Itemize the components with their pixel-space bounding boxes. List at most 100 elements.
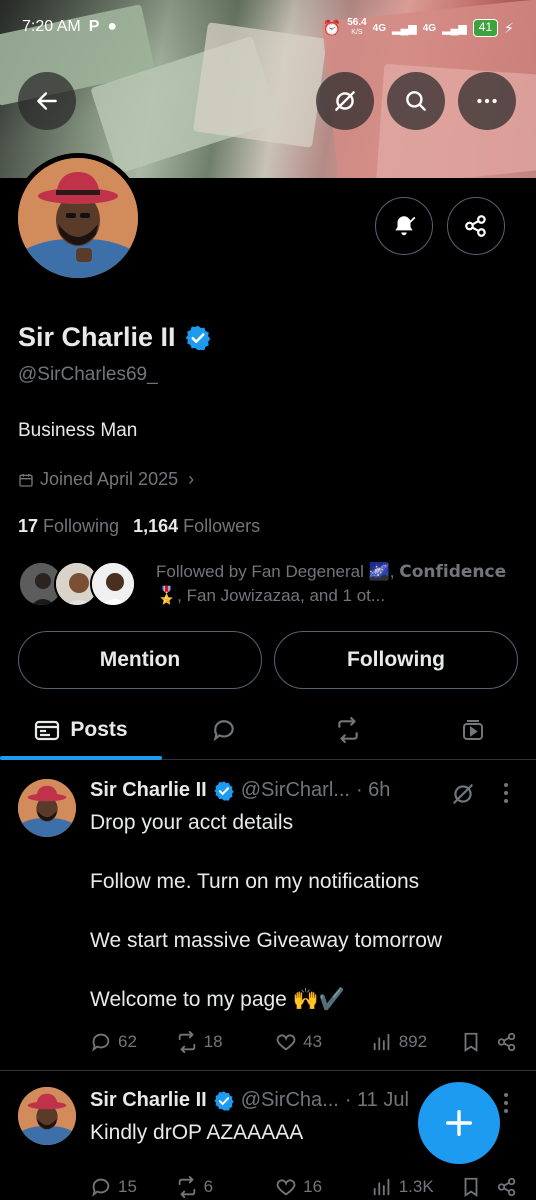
compose-post-button[interactable] xyxy=(418,1082,500,1164)
followers-count: 1,164 xyxy=(133,516,179,536)
signal-icon: ▂▄▆ xyxy=(392,22,417,35)
plus-icon xyxy=(445,1109,473,1137)
profile-avatar[interactable] xyxy=(13,153,143,283)
share-button[interactable] xyxy=(496,1031,520,1053)
post-author-name[interactable]: Sir Charlie II xyxy=(90,1089,207,1112)
chevron-right-icon: › xyxy=(188,469,195,489)
like-count: 43 xyxy=(303,1032,323,1051)
reply-bubble-icon xyxy=(213,720,234,742)
post-text: Drop your acct details Follow me. Turn o… xyxy=(90,808,442,1015)
net-type-1: 4G xyxy=(372,22,387,34)
tab-media[interactable] xyxy=(410,700,536,760)
repost-icon xyxy=(178,1031,195,1053)
posts-icon xyxy=(35,720,60,741)
reply-count: 62 xyxy=(118,1032,137,1051)
repost-button[interactable]: 18 xyxy=(176,1031,276,1053)
bell-check-icon xyxy=(395,216,416,236)
mention-button[interactable]: Mention xyxy=(18,631,262,689)
views-count: 892 xyxy=(398,1032,428,1051)
following-label: Following xyxy=(43,516,120,536)
bookmark-button[interactable] xyxy=(460,1031,496,1053)
back-button[interactable] xyxy=(18,72,76,130)
post-line: Follow me. Turn on my notifications xyxy=(90,870,420,893)
reply-button[interactable]: 62 xyxy=(90,1031,176,1053)
alarm-icon: ⏰ xyxy=(322,20,342,37)
tab-reposts[interactable] xyxy=(286,700,410,760)
repost-icon xyxy=(178,1176,195,1198)
repost-icon xyxy=(338,717,358,743)
bookmark-button[interactable] xyxy=(460,1176,496,1198)
post-author-avatar[interactable] xyxy=(18,779,76,837)
like-button[interactable]: 16 xyxy=(275,1176,371,1198)
status-time: 7:20 AM xyxy=(22,18,81,35)
joined-text: Joined April 2025 xyxy=(40,469,179,489)
net-type-2: 4G xyxy=(422,22,437,34)
views-button[interactable]: 892 xyxy=(371,1031,461,1053)
app-indicator-icon: P xyxy=(88,18,100,35)
share-icon xyxy=(497,1032,516,1052)
reply-icon xyxy=(92,1178,110,1197)
repost-button[interactable]: 6 xyxy=(176,1176,276,1198)
reply-button[interactable]: 15 xyxy=(90,1176,176,1198)
grok-icon[interactable] xyxy=(450,781,476,807)
profile-bio: Business Man xyxy=(18,420,138,441)
charging-icon: ⚡ xyxy=(504,19,514,36)
profile-tabs: Posts xyxy=(0,700,536,760)
post-item[interactable]: Sir Charlie II @SirCharl... · 6h Drop yo… xyxy=(0,761,536,1071)
reply-icon xyxy=(92,1033,110,1052)
notification-icon: ● xyxy=(107,18,118,35)
like-count: 16 xyxy=(303,1177,323,1196)
signal-icon-2: ▂▄▆ xyxy=(442,22,467,35)
avatar-image xyxy=(18,158,138,278)
verified-badge-icon xyxy=(214,1090,234,1111)
post-line: Welcome to my page 🙌✔️ xyxy=(90,988,345,1011)
net-unit: K/S xyxy=(351,29,363,36)
views-count: 1.3K xyxy=(398,1177,434,1196)
views-button[interactable]: 1.3K xyxy=(371,1176,461,1198)
post-author-name[interactable]: Sir Charlie II xyxy=(90,779,207,802)
tab-replies[interactable] xyxy=(162,700,286,760)
active-tab-indicator xyxy=(0,756,162,760)
following-button[interactable]: Following xyxy=(274,631,518,689)
share-icon xyxy=(497,1177,516,1197)
repost-count: 6 xyxy=(203,1177,214,1196)
tab-posts[interactable]: Posts xyxy=(0,700,162,760)
post-time: · 6h xyxy=(355,779,391,801)
share-profile-button[interactable] xyxy=(447,197,505,255)
search-icon xyxy=(406,91,426,111)
followers-count-link[interactable]: 1,164 Followers xyxy=(133,516,260,537)
status-bar: 7:20 AM P ● ⏰ 56.4 K/S 4G ▂▄▆ 4G ▂▄▆ 41 … xyxy=(0,0,536,56)
post-line: We start massive Giveaway tomorrow xyxy=(90,929,443,952)
grok-button[interactable] xyxy=(316,72,374,130)
share-button[interactable] xyxy=(496,1176,520,1198)
post-author-handle: @SirCha... xyxy=(240,1089,339,1111)
back-arrow-icon xyxy=(37,92,57,110)
profile-name: Sir Charlie II xyxy=(18,322,176,352)
post-line: Kindly drOP AZAAAAA xyxy=(90,1121,304,1144)
bookmark-icon xyxy=(464,1032,478,1052)
more-options-button[interactable] xyxy=(458,72,516,130)
verified-badge-icon[interactable] xyxy=(184,324,212,352)
post-time: · 11 Jul xyxy=(344,1089,409,1111)
joined-date[interactable]: Joined April 2025 › xyxy=(18,469,194,490)
repost-count: 18 xyxy=(203,1032,223,1051)
post-author-avatar[interactable] xyxy=(18,1087,76,1145)
post-more-icon[interactable] xyxy=(496,1091,516,1115)
more-dots-icon xyxy=(477,98,497,104)
like-button[interactable]: 43 xyxy=(275,1031,371,1053)
notifications-bell-button[interactable] xyxy=(375,197,433,255)
post-text: Kindly drOP AZAAAAA xyxy=(90,1118,303,1148)
following-count-link[interactable]: 17 Following xyxy=(18,516,119,537)
tab-posts-label: Posts xyxy=(70,718,128,741)
post-line: Drop your acct details xyxy=(90,811,294,834)
follower-avatar xyxy=(90,561,136,607)
followers-label: Followers xyxy=(183,516,261,536)
post-more-icon[interactable] xyxy=(496,781,516,805)
search-button[interactable] xyxy=(387,72,445,130)
net-speed: 56.4 xyxy=(347,17,367,28)
views-icon xyxy=(373,1178,390,1196)
views-icon xyxy=(373,1033,390,1051)
battery-indicator: 41 xyxy=(472,19,499,37)
followed-by-row[interactable]: Followed by Fan Degeneral 🌌, 𝗖𝗼𝗻𝗳𝗶𝗱𝗲𝗻𝗰𝗲 … xyxy=(18,560,526,608)
grok-icon xyxy=(335,91,355,111)
